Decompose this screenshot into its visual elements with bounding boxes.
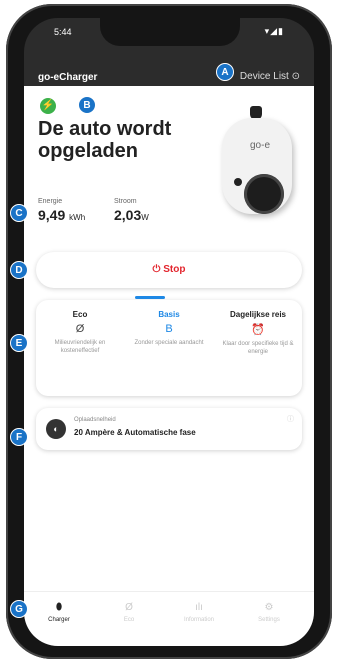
device-list-button[interactable]: Device List ⊙ [240,71,300,82]
signal-icon: ▾◢▮ [264,26,284,36]
tab-charger[interactable]: ⬮ Charger [30,602,88,623]
energy-stat: Energie 9,49 kWh [38,198,85,223]
mode-dagelijkse-reis[interactable]: Dagelijkse reis ⏰ Klaar door specifieke … [214,310,302,356]
charger-led [234,178,242,186]
notch [100,18,240,46]
charging-speed-label: Oplaadsnelheid [74,417,116,423]
callout-a: A [216,63,234,81]
energy-value: 9,49 [38,207,66,223]
power-icon: ⏻ [152,264,161,275]
selected-mode-indicator [135,296,165,299]
tab-label: Charger [48,617,70,623]
callout-g: G [10,600,28,618]
charging-speed-value: 20 Ampère & Automatische fase [74,428,196,437]
main-content: ⚡ De auto wordt opgeladen go-e Energie 9… [24,86,314,591]
current-value: 2,03 [114,207,142,223]
tab-label: Information [183,617,214,623]
charging-bolt-icon: ⚡ [40,98,56,114]
tab-label: Eco [123,617,135,623]
callout-e: E [10,334,28,352]
alarm-clock-icon: ⏰ [251,324,265,336]
mode-title: Basis [158,310,180,319]
tab-settings[interactable]: ⚙ Settings [240,602,298,623]
status-time: 5:44 [54,27,72,37]
leaf-icon: Ø [75,323,85,335]
phone-frame: 5:44 ▾◢▮ go-eCharger Device List ⊙ ⚡ De … [6,4,332,659]
mode-basis[interactable]: Basis B Zonder speciale aandacht [125,310,213,347]
basis-icon: B [165,323,173,335]
screen: 5:44 ▾◢▮ go-eCharger Device List ⊙ ⚡ De … [24,18,314,646]
mode-description: Zonder speciale aandacht [134,340,204,346]
callout-f: F [10,428,28,446]
callout-c: C [10,204,28,222]
charger-illustration: go-e [222,106,304,216]
callout-d: D [10,261,28,279]
energy-label: Energie [38,198,63,205]
current-stat: Stroom 2,03W [114,198,149,223]
stop-button[interactable]: ⏻ Stop [36,252,302,288]
info-icon[interactable]: ⓘ [287,414,294,424]
current-label: Stroom [114,198,137,205]
charging-status-headline: De auto wordt opgeladen [38,118,172,162]
bottom-tab-bar: ⬮ Charger Ø Eco ılı Information ⚙ Settin… [24,591,314,646]
charger-socket [244,174,284,214]
mode-title: Eco [72,310,88,319]
tab-label: Settings [258,617,280,623]
mode-title: Dagelijkse reis [229,310,287,319]
current-unit: W [141,213,149,222]
mode-eco[interactable]: Eco Ø Milieuvriendelijk en kosteneffecti… [36,310,124,355]
tab-information[interactable]: ılı Information [170,602,228,623]
tab-eco[interactable]: Ø Eco [100,602,158,623]
mode-description: Klaar door specifieke tijd & energie [222,341,294,355]
bar-chart-tab-icon: ılı [195,602,203,613]
leaf-tab-icon: Ø [125,602,133,613]
charger-logo: go-e [250,140,271,151]
gear-tab-icon: ⚙ [264,602,274,613]
stop-label: Stop [163,264,186,275]
app-title: go-eCharger [38,72,98,83]
device-list-label: Device List [239,71,289,82]
callout-b: B [78,96,96,114]
speedometer-icon: ◐ [46,419,66,439]
mode-description: Milieuvriendelijk en kosteneffectief [54,340,106,354]
energy-unit: kWh [69,213,86,222]
charging-speed-card[interactable]: ◐ Oplaadsnelheid 20 Ampère & Automatisch… [36,408,302,450]
chevron-right-icon: ⊙ [291,71,300,82]
charger-body: go-e [222,118,292,214]
charger-tab-icon: ⬮ [55,602,63,613]
charging-mode-selector: Eco Ø Milieuvriendelijk en kosteneffecti… [36,296,302,396]
